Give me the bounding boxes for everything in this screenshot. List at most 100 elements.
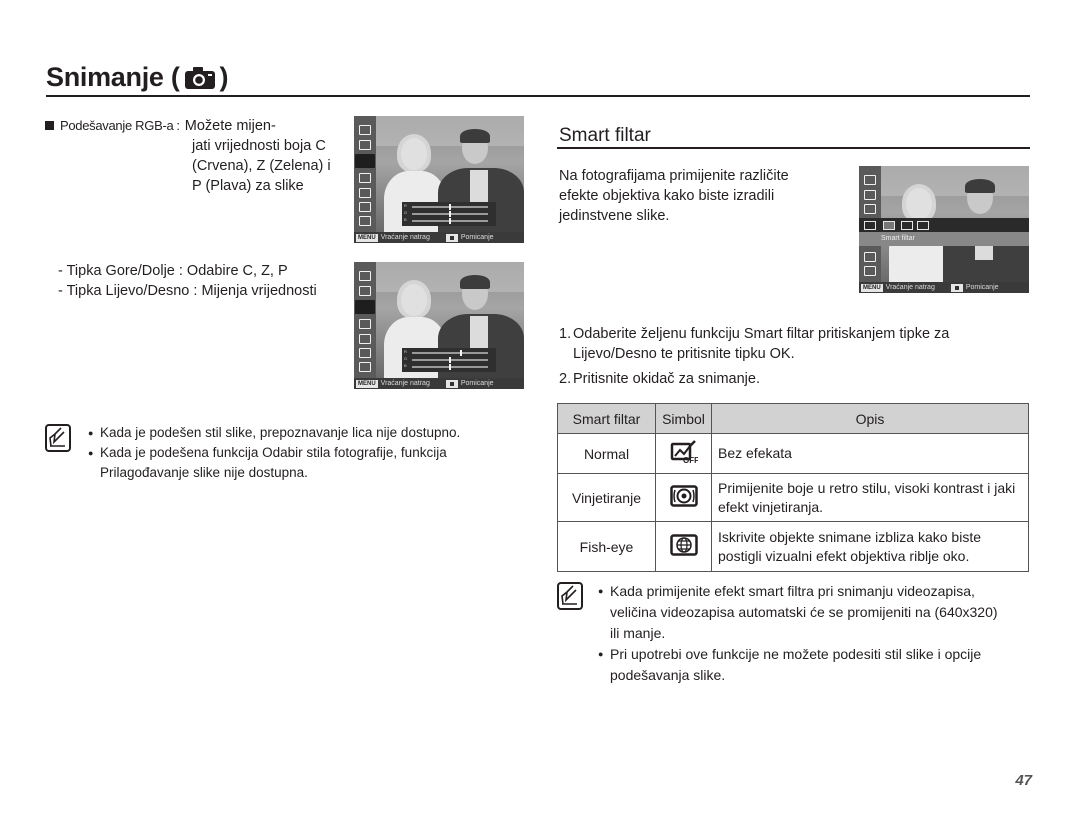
- right-notes: Kada primijenite efekt smart filtra pri …: [598, 581, 1038, 686]
- note-line: Pri upotrebi ove funkcije ne možete pode…: [610, 646, 982, 662]
- camera-screen-rgb-1: R G B MENU Vraćanje natrag Pomicanje: [354, 116, 524, 243]
- step-text: Odaberite željenu funkciju Smart filtar …: [573, 326, 950, 342]
- filter-normal-option-icon: [864, 221, 876, 230]
- filter-description: Bez efekata: [711, 433, 1029, 474]
- section-divider: [557, 147, 1030, 149]
- step-number: 2.: [559, 371, 572, 387]
- back-label: Vraćanje natrag: [885, 284, 935, 291]
- filter-name: Normal: [557, 433, 656, 474]
- screen-menu-sidebar: [354, 116, 376, 232]
- rgb-slider-b: B: [404, 363, 494, 370]
- slider-knob: [449, 211, 451, 217]
- table-row: Vinjetiranje Primijenite boje u retro st…: [557, 473, 1029, 522]
- step-text: Pritisnite okidač za snimanje.: [573, 371, 760, 387]
- rgb-description: Podešavanje RGB-a : Možete mijen- jati v…: [45, 116, 331, 196]
- note-line: ili manje.: [610, 625, 666, 641]
- back-label: Vraćanje natrag: [380, 380, 430, 387]
- filter-name: Fish-eye: [557, 521, 656, 572]
- rgb-separator: :: [176, 118, 180, 133]
- square-bullet-icon: [45, 121, 54, 130]
- rgb-slider-g: G: [404, 210, 494, 217]
- note-line: veličina videozapisa automatski će se pr…: [610, 604, 998, 620]
- vignette-icon: [655, 473, 712, 522]
- intro-line: Na fotografijama primijenite različite: [559, 168, 789, 184]
- page-number: 47: [1015, 772, 1032, 789]
- move-label: Pomicanje: [460, 234, 494, 241]
- rgb-label: Podešavanje RGB-a: [60, 118, 174, 133]
- smart-filter-table: Smart filtar Simbol Opis Normal OFF Bez …: [557, 403, 1029, 572]
- screen-bottom-bar: MENU Vraćanje natrag Pomicanje: [859, 282, 1029, 293]
- filter-description: Iskrivite objekte snimane izbliza kako b…: [711, 521, 1029, 572]
- filter-selected-option-icon: [883, 221, 895, 230]
- screen-bottom-bar: MENU Vraćanje natrag Pomicanje: [354, 378, 524, 389]
- note-item: Kada je podešen stil slike, prepoznavanj…: [88, 423, 508, 443]
- table-header-row: Smart filtar Simbol Opis: [557, 403, 1029, 434]
- rgb-adjust-panel: R G B: [402, 348, 496, 372]
- header-symbol: Simbol: [655, 403, 712, 434]
- smart-filter-intro: Na fotografijama primijenite različite e…: [559, 166, 789, 226]
- slider-knob: [460, 350, 463, 356]
- move-label: Pomicanje: [460, 380, 494, 387]
- left-notes: Kada je podešen stil slike, prepoznavanj…: [88, 423, 508, 483]
- camera-icon: [184, 66, 216, 90]
- page-title-close: ): [219, 62, 229, 92]
- table-row: Fish-eye Iskrivite objekte snimane izbli…: [557, 521, 1029, 572]
- camera-screen-smart-filter: Smart filtar MENU Vraćanje natrag Pomica…: [859, 166, 1029, 293]
- rgb-slider-g: G: [404, 356, 494, 363]
- dpad-icon: [445, 233, 458, 242]
- rgb-line-4: P (Plava) za slike: [192, 178, 304, 194]
- table-row: Normal OFF Bez efekata: [557, 433, 1029, 474]
- note-item: Pri upotrebi ove funkcije ne možete pode…: [598, 644, 1038, 686]
- page-title: Snimanje ( ): [46, 62, 229, 93]
- note-item: Kada primijenite efekt smart filtra pri …: [598, 581, 1038, 644]
- step-number: 1.: [559, 326, 572, 342]
- screen-bottom-bar: MENU Vraćanje natrag Pomicanje: [354, 232, 524, 243]
- fisheye-option-icon: [917, 221, 929, 230]
- steps-list: 1. Odaberite željenu funkciju Smart filt…: [559, 324, 949, 389]
- section-title: Smart filtar: [559, 125, 651, 146]
- note-item: Kada je podešena funkcija Odabir stila f…: [88, 443, 508, 483]
- menu-key-icon: MENU: [861, 283, 883, 292]
- slider-knob: [449, 218, 451, 224]
- rgb-line-1: Možete mijen-: [184, 118, 276, 134]
- key-instructions: - Tipka Gore/Dolje : Odabire C, Z, P - T…: [58, 261, 317, 301]
- filter-description: Primijenite boje u retro stilu, visoki k…: [711, 473, 1029, 522]
- note-line: podešavanja slike.: [610, 667, 726, 683]
- screen-menu-sidebar: [354, 262, 376, 378]
- header-description: Opis: [711, 403, 1029, 434]
- title-divider: [46, 95, 1030, 97]
- camera-screen-rgb-2: R G B MENU Vraćanje natrag Pomicanje: [354, 262, 524, 389]
- dpad-icon: [445, 379, 458, 388]
- rgb-adjust-panel: R G B: [402, 202, 496, 226]
- rgb-slider-r: R: [404, 203, 494, 210]
- slider-knob: [449, 364, 451, 370]
- filter-off-icon: OFF: [655, 433, 712, 474]
- intro-line: efekte objektiva kako biste izradili: [559, 188, 775, 204]
- key-updown: - Tipka Gore/Dolje : Odabire C, Z, P: [58, 263, 288, 279]
- header-smart-filter: Smart filtar: [557, 403, 656, 434]
- svg-text:OFF: OFF: [683, 456, 698, 464]
- rgb-slider-b: B: [404, 217, 494, 224]
- dpad-icon: [950, 283, 963, 292]
- filter-name: Vinjetiranje: [557, 473, 656, 522]
- back-label: Vraćanje natrag: [380, 234, 430, 241]
- step-item: 2. Pritisnite okidač za snimanje.: [559, 369, 949, 389]
- key-leftright: - Tipka Lijevo/Desno : Mijenja vrijednos…: [58, 283, 317, 299]
- vignette-option-icon: [901, 221, 913, 230]
- slider-knob: [449, 357, 451, 363]
- slider-knob: [449, 204, 451, 210]
- rgb-slider-r: R: [404, 349, 494, 356]
- menu-key-icon: MENU: [356, 379, 378, 388]
- step-text: Lijevo/Desno te pritisnite tipku OK.: [573, 346, 795, 362]
- intro-line: jedinstvene slike.: [559, 208, 670, 224]
- smart-filter-label: Smart filtar: [859, 232, 1029, 246]
- note-icon: [557, 582, 583, 610]
- rgb-line-2: jati vrijednosti boja C: [192, 138, 326, 154]
- step-item: 1. Odaberite željenu funkciju Smart filt…: [559, 324, 949, 364]
- page-title-text: Snimanje (: [46, 62, 180, 92]
- note-icon: [45, 424, 71, 452]
- note-line: Kada primijenite efekt smart filtra pri …: [610, 583, 975, 599]
- move-label: Pomicanje: [965, 284, 999, 291]
- fisheye-icon: [655, 521, 712, 572]
- rgb-line-3: (Crvena), Z (Zelena) i: [192, 158, 331, 174]
